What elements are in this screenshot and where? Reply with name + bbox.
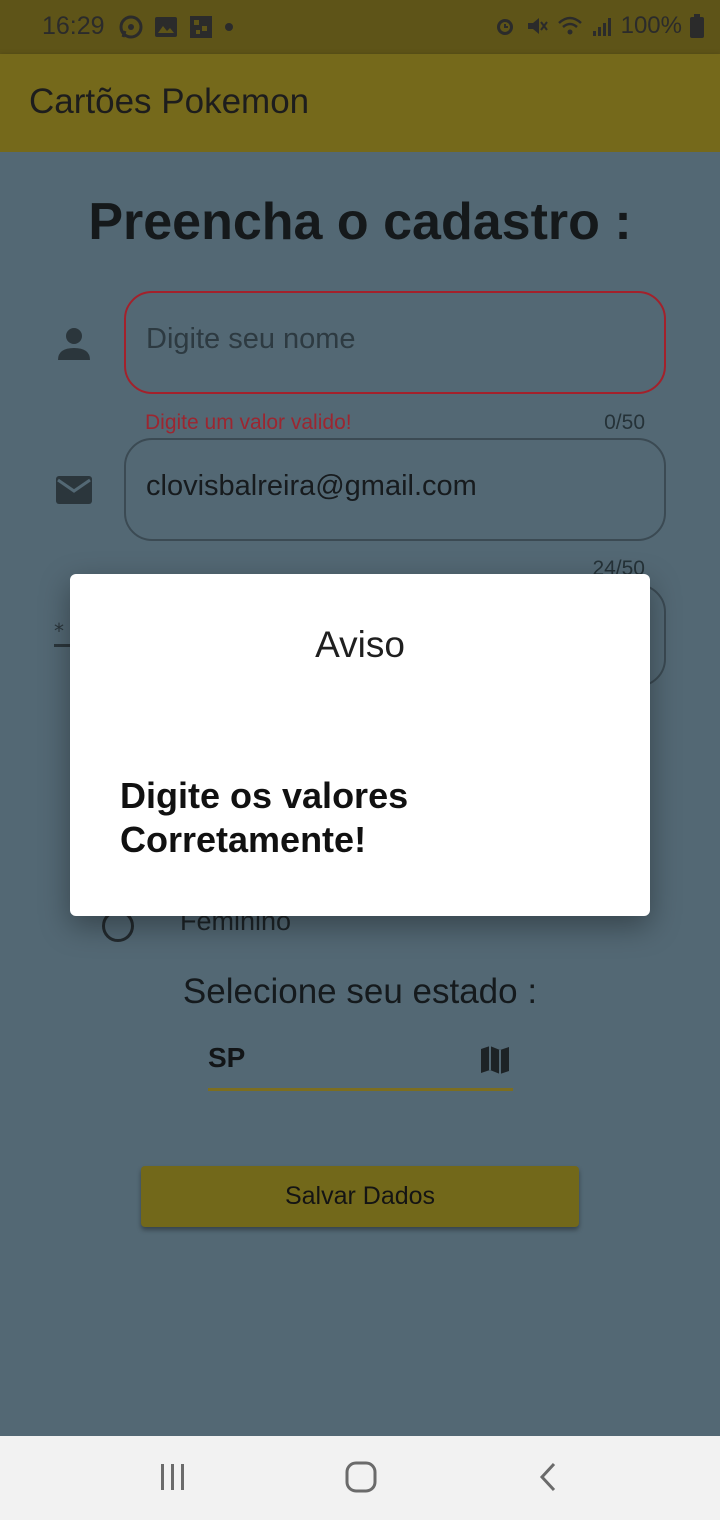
email-field[interactable]: clovisbalreira@gmail.com [124, 438, 666, 541]
recents-icon[interactable] [158, 1460, 188, 1494]
dialog-title: Aviso [315, 624, 405, 665]
form-title: Preencha o cadastro : [88, 193, 632, 251]
status-bar: 16:29 100% [0, 0, 720, 54]
name-error-text: Digite um valor valido! [145, 411, 352, 434]
email-value: clovisbalreira@gmail.com [146, 470, 477, 502]
dot-icon [225, 23, 233, 31]
signal-icon [592, 18, 611, 36]
home-icon[interactable] [344, 1460, 378, 1494]
mute-icon [527, 18, 548, 34]
app-bar: Cartões Pokemon [0, 54, 720, 152]
save-button[interactable]: Salvar Dados [141, 1166, 579, 1227]
battery-level: 100% [620, 12, 682, 39]
sim-icon [190, 16, 212, 38]
svg-text:*: * [54, 620, 64, 643]
alarm-icon [496, 19, 513, 35]
name-placeholder: Digite seu nome [146, 323, 356, 355]
gallery-icon [155, 17, 177, 37]
status-time: 16:29 [42, 12, 105, 40]
dialog-message: Digite os valores Corretamente! [120, 775, 409, 860]
person-icon [58, 328, 90, 360]
email-icon [56, 476, 92, 504]
wifi-icon [557, 16, 582, 35]
map-icon [481, 1046, 509, 1074]
alert-dialog: Aviso Digite os valores Corretamente! [70, 574, 650, 916]
navigation-bar [0, 1436, 720, 1520]
state-label: Selecione seu estado : [182, 972, 538, 1011]
back-icon[interactable] [536, 1460, 560, 1494]
battery-icon [690, 14, 704, 38]
app-title: Cartões Pokemon [29, 82, 310, 121]
state-dropdown[interactable]: SP [208, 1036, 513, 1091]
name-counter: 0/50 [604, 411, 645, 434]
whatsapp-icon [119, 15, 143, 39]
state-value: SP [208, 1042, 246, 1073]
name-field[interactable]: Digite seu nome [124, 291, 666, 394]
